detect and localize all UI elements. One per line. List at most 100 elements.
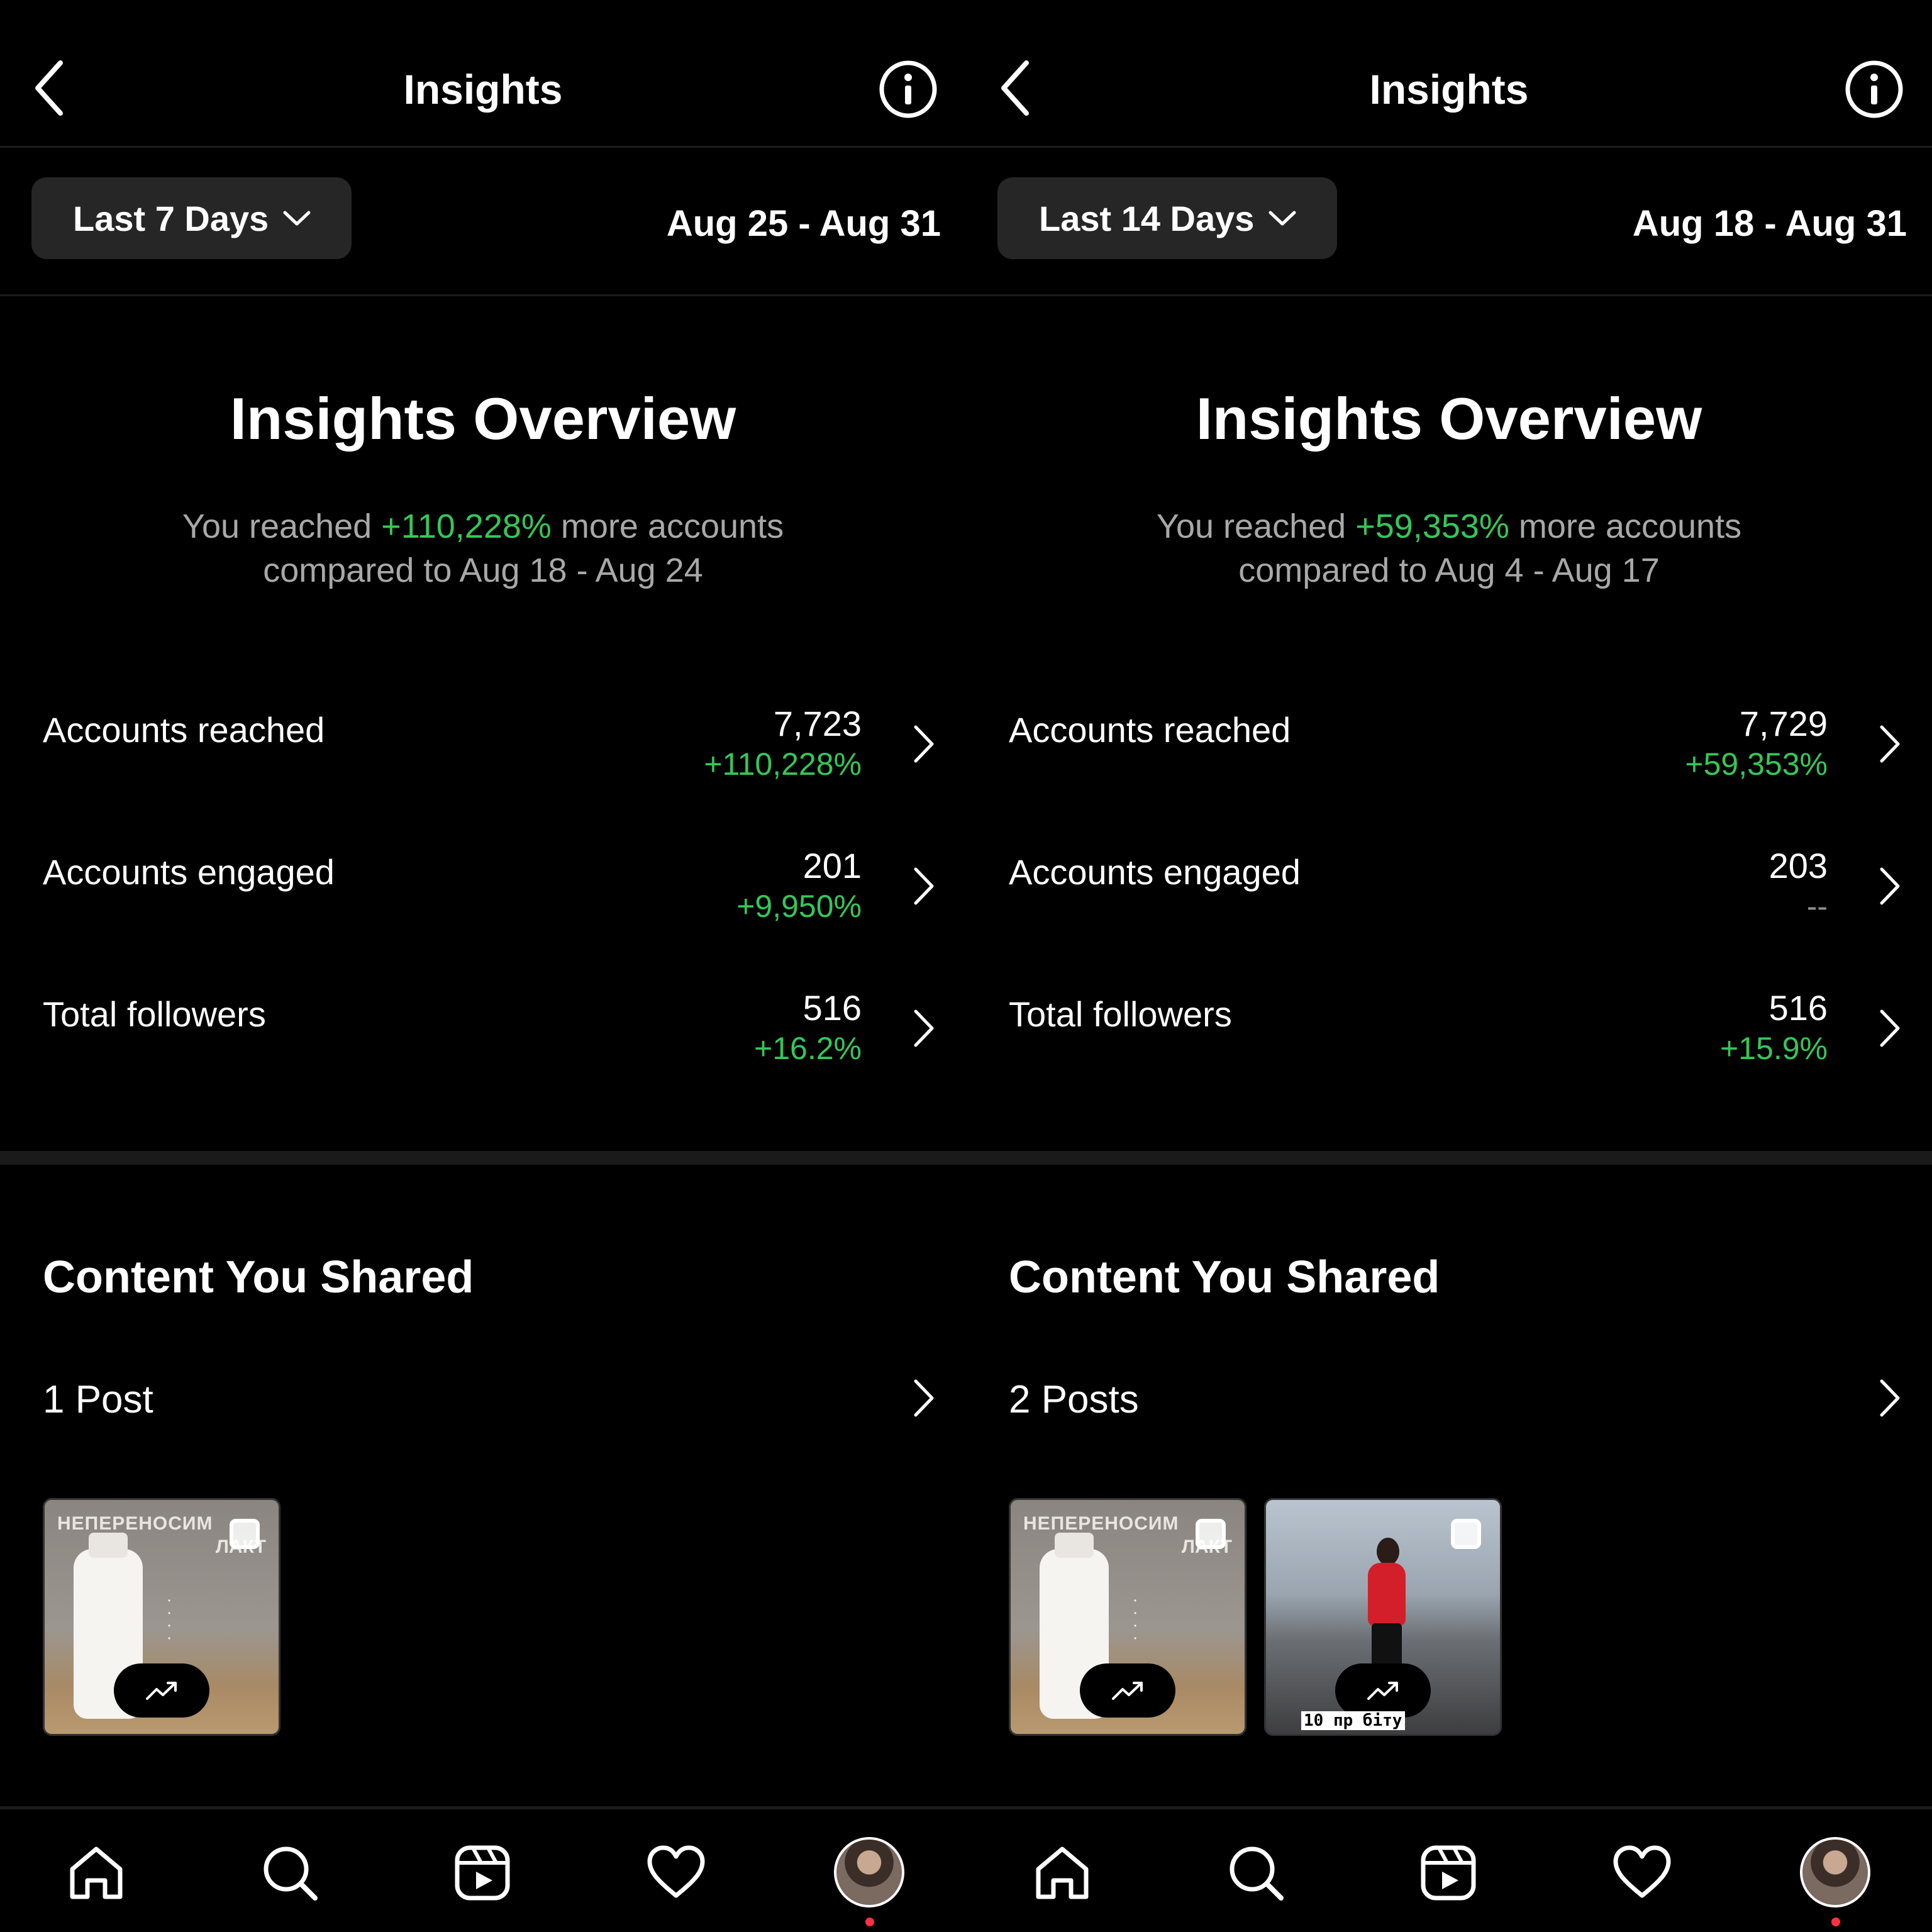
date-range-label: Last 7 Days bbox=[73, 198, 269, 238]
section-separator bbox=[0, 1151, 966, 1165]
notification-dot bbox=[1831, 1918, 1840, 1926]
boost-badge[interactable] bbox=[1080, 1663, 1175, 1718]
metric-delta: +15.9% bbox=[1720, 1031, 1828, 1066]
date-range-text: Aug 25 - Aug 31 bbox=[666, 203, 941, 244]
header-divider bbox=[0, 146, 966, 148]
overview-summary: You reached +110,228% more accounts comp… bbox=[0, 504, 966, 592]
chevron-right-icon bbox=[1880, 1009, 1900, 1047]
carousel-icon bbox=[1451, 1519, 1481, 1549]
overview-title: Insights Overview bbox=[1196, 386, 1702, 452]
carousel-icon bbox=[230, 1519, 260, 1549]
info-icon bbox=[879, 60, 937, 118]
overview-text-before: You reached bbox=[182, 508, 382, 545]
trending-up-icon bbox=[1367, 1682, 1398, 1700]
info-button[interactable] bbox=[878, 59, 938, 119]
post-thumbnail[interactable]: НЕПЕРЕНОСИМ ЛАКТ •••• bbox=[1009, 1498, 1246, 1736]
nav-activity[interactable] bbox=[641, 1838, 711, 1907]
metric-row-total-followers[interactable]: Total followers 516 +15.9% bbox=[966, 988, 1932, 1119]
date-range-dropdown[interactable]: Last 14 Days bbox=[997, 177, 1338, 259]
profile-avatar[interactable] bbox=[1800, 1837, 1870, 1907]
metric-value: 203 bbox=[1768, 846, 1828, 886]
page-title: Insights bbox=[1369, 66, 1529, 113]
info-button[interactable] bbox=[1844, 59, 1904, 119]
bottom-nav bbox=[0, 1807, 966, 1932]
metric-row-accounts-reached[interactable]: Accounts reached 7,729 +59,353% bbox=[966, 704, 1932, 835]
chevron-right-icon bbox=[914, 725, 934, 763]
content-section-title: Content You Shared bbox=[1009, 1252, 1440, 1302]
chevron-right-icon bbox=[1880, 1379, 1900, 1417]
metric-value: 516 bbox=[802, 988, 862, 1028]
trending-up-icon bbox=[146, 1682, 177, 1700]
posts-row[interactable]: 1 Post bbox=[0, 1371, 966, 1434]
posts-count: 2 Posts bbox=[1009, 1378, 1139, 1421]
overview-text-before: You reached bbox=[1156, 508, 1356, 545]
metric-delta: +59,353% bbox=[1685, 747, 1828, 782]
nav-activity[interactable] bbox=[1607, 1838, 1677, 1907]
metric-delta: +110,228% bbox=[704, 747, 862, 782]
boost-badge[interactable] bbox=[114, 1663, 209, 1718]
content-section-title: Content You Shared bbox=[43, 1252, 474, 1302]
overview-comparison: compared to Aug 18 - Aug 24 bbox=[263, 552, 703, 589]
metric-value: 7,723 bbox=[773, 704, 862, 743]
chevron-down-icon bbox=[1269, 211, 1296, 226]
thumbnail-text-line1: НЕПЕРЕНОСИМ bbox=[57, 1513, 213, 1534]
carousel-icon bbox=[1196, 1519, 1226, 1549]
header: Insights bbox=[0, 0, 966, 147]
thumbnail-text-line1: НЕПЕРЕНОСИМ bbox=[1023, 1513, 1179, 1534]
posts-row[interactable]: 2 Posts bbox=[966, 1371, 1932, 1434]
metric-label: Accounts engaged bbox=[1009, 852, 1301, 892]
posts-count: 1 Post bbox=[43, 1378, 153, 1421]
nav-home[interactable] bbox=[62, 1838, 131, 1907]
info-icon bbox=[1845, 60, 1903, 118]
profile-avatar[interactable] bbox=[834, 1837, 904, 1907]
chevron-right-icon bbox=[1880, 867, 1900, 905]
page-title: Insights bbox=[403, 66, 563, 113]
trending-up-icon bbox=[1112, 1682, 1143, 1700]
section-separator bbox=[966, 1151, 1932, 1165]
overview-summary: You reached +59,353% more accounts compa… bbox=[966, 504, 1932, 592]
nav-reels[interactable] bbox=[1414, 1838, 1483, 1907]
nav-search[interactable] bbox=[255, 1838, 325, 1907]
overview-title: Insights Overview bbox=[230, 386, 736, 452]
chevron-right-icon bbox=[914, 867, 934, 905]
boost-badge[interactable] bbox=[1335, 1663, 1431, 1718]
heart-icon bbox=[647, 1845, 705, 1898]
insights-panel-7-days: Insights Last 7 Days Aug 25 - Aug 31 Ins… bbox=[0, 0, 966, 1932]
heart-icon bbox=[1613, 1845, 1671, 1898]
metric-value: 201 bbox=[802, 846, 862, 886]
overview-percent: +59,353% bbox=[1355, 508, 1509, 545]
nav-reels[interactable] bbox=[448, 1838, 517, 1907]
nav-search[interactable] bbox=[1221, 1838, 1291, 1907]
metric-row-accounts-engaged[interactable]: Accounts engaged 201 +9,950% bbox=[0, 846, 966, 977]
search-icon bbox=[264, 1846, 318, 1901]
overview-text-after: more accounts bbox=[551, 508, 784, 545]
reels-icon bbox=[455, 1845, 510, 1901]
thumbnail-bullets: • • • • bbox=[1134, 1596, 1137, 1643]
metric-label: Total followers bbox=[1009, 994, 1232, 1034]
metric-row-accounts-engaged[interactable]: Accounts engaged 203 -- bbox=[966, 846, 1932, 977]
nav-home[interactable] bbox=[1028, 1838, 1097, 1907]
home-icon bbox=[70, 1846, 123, 1899]
metric-label: Accounts reached bbox=[1009, 710, 1291, 750]
metric-label: Accounts engaged bbox=[43, 852, 335, 892]
search-icon bbox=[1230, 1846, 1284, 1901]
range-divider bbox=[966, 294, 1932, 296]
post-thumbnail[interactable]: НЕПЕРЕНОСИМ ЛАКТ •••• bbox=[43, 1498, 280, 1736]
metric-label: Total followers bbox=[43, 994, 266, 1034]
post-thumbnail[interactable]: 10 пр біту bbox=[1264, 1498, 1502, 1736]
metric-delta: +9,950% bbox=[736, 889, 862, 924]
date-range-label: Last 14 Days bbox=[1039, 198, 1255, 238]
chevron-right-icon bbox=[1880, 725, 1900, 763]
date-range-dropdown[interactable]: Last 7 Days bbox=[31, 177, 352, 259]
header: Insights bbox=[966, 0, 1932, 147]
thumbnail-caption: 10 пр біту bbox=[1301, 1711, 1405, 1730]
metric-row-accounts-reached[interactable]: Accounts reached 7,723 +110,228% bbox=[0, 704, 966, 835]
metric-value: 7,729 bbox=[1739, 704, 1828, 743]
metric-row-total-followers[interactable]: Total followers 516 +16.2% bbox=[0, 988, 966, 1119]
overview-comparison: compared to Aug 4 - Aug 17 bbox=[1238, 552, 1660, 589]
chevron-down-icon bbox=[283, 211, 311, 226]
range-divider bbox=[0, 294, 966, 296]
thumbnail-bullets: • • • • bbox=[168, 1596, 171, 1643]
notification-dot bbox=[865, 1918, 874, 1926]
bottom-nav bbox=[966, 1807, 1932, 1932]
